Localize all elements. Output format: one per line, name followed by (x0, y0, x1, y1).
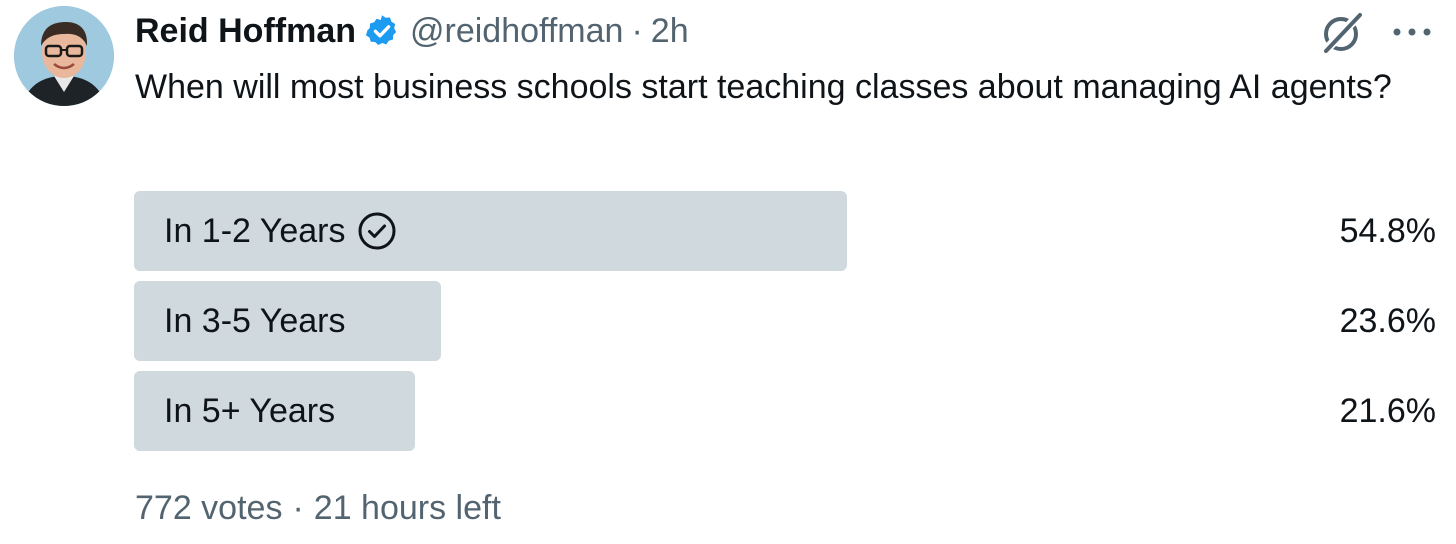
poll-footer: 772 votes · 21 hours left (135, 484, 501, 532)
poll-option-percent: 54.8% (1339, 211, 1436, 250)
tweet-text: When will most business schools start te… (135, 68, 1392, 106)
check-circle-icon (357, 211, 397, 251)
poll-option[interactable]: In 3-5 Years 23.6% (134, 281, 1436, 361)
author-name[interactable]: Reid Hoffman (135, 12, 356, 51)
avatar[interactable] (14, 6, 114, 106)
poll-votes: 772 votes (135, 488, 283, 527)
poll: In 1-2 Years 54.8% In 3-5 Years 23.6% In… (134, 191, 1436, 461)
poll-option-percent: 23.6% (1339, 301, 1436, 340)
poll-option[interactable]: In 1-2 Years 54.8% (134, 191, 1436, 271)
poll-option-label: In 5+ Years (164, 391, 336, 430)
poll-time-left: 21 hours left (313, 488, 501, 527)
poll-option[interactable]: In 5+ Years 21.6% (134, 371, 1436, 451)
author-handle[interactable]: @reidhoffman (410, 12, 623, 51)
poll-option-percent: 21.6% (1339, 391, 1436, 430)
grok-icon[interactable] (1318, 10, 1366, 56)
poll-option-label-wrap: In 3-5 Years (164, 302, 345, 341)
footer-separator: · (292, 488, 304, 527)
verified-badge-icon[interactable] (364, 13, 400, 49)
poll-option-label: In 1-2 Years (164, 211, 346, 250)
tweet-header: Reid Hoffman @reidhoffman · 2h (135, 6, 689, 56)
more-icon[interactable] (1390, 14, 1434, 50)
poll-option-label: In 3-5 Years (164, 301, 346, 340)
avatar-photo (14, 6, 114, 106)
header-separator: · (631, 11, 643, 50)
poll-option-label-wrap: In 1-2 Years (164, 211, 397, 251)
poll-option-label-wrap: In 5+ Years (164, 392, 335, 431)
tweet-timestamp[interactable]: 2h (651, 12, 689, 51)
